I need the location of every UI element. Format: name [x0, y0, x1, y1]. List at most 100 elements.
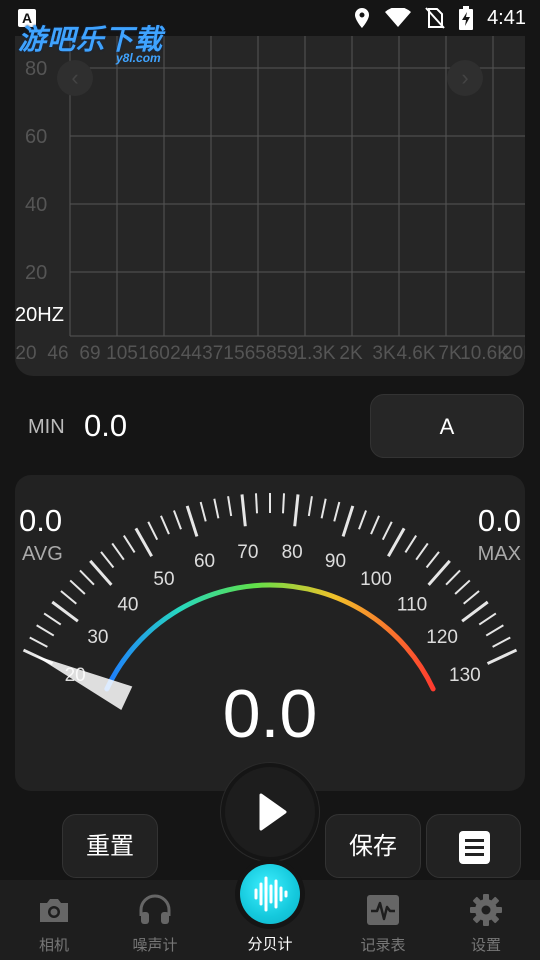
x-tick: 7K [438, 343, 462, 364]
active-tab-indicator [240, 864, 300, 924]
watermark-logo: 游吧乐下载 y8l.com [18, 18, 188, 68]
minor-tick [173, 510, 182, 530]
y-axis-label-20: 20 [25, 262, 48, 284]
records-list-button[interactable] [426, 814, 521, 878]
major-tick [387, 527, 406, 557]
minor-tick [36, 624, 55, 637]
minor-tick [123, 535, 136, 554]
minor-tick [492, 636, 511, 648]
scale-label: 120 [426, 627, 458, 648]
scale-label: 130 [449, 665, 481, 686]
nav-item-records[interactable]: 记录表 [329, 880, 437, 960]
scale-label: 70 [237, 542, 258, 563]
major-tick [486, 648, 518, 665]
nav-item-settings[interactable]: 设置 [432, 880, 540, 960]
x-tick: 20 [15, 343, 37, 364]
nav-label: 设置 [470, 937, 501, 954]
status-icons: 4:41 [353, 6, 526, 30]
max-label: MAX [477, 543, 521, 565]
minor-tick [485, 624, 504, 637]
minor-tick [415, 542, 429, 561]
major-tick [240, 494, 247, 527]
minor-tick [111, 542, 125, 561]
x-tick: 4.6K [396, 343, 436, 364]
major-tick [293, 494, 300, 527]
location-icon [355, 8, 370, 28]
minor-tick [281, 493, 286, 514]
frequency-spectrum-panel: 80 60 40 20 20HZ ‹ › 20 46 69 105 160 24… [15, 36, 525, 376]
x-tick: 46 [47, 343, 69, 364]
nav-item-noise-meter[interactable]: 噪声计 [101, 880, 209, 960]
reset-button[interactable]: 重置 [62, 814, 158, 878]
major-tick [89, 559, 113, 586]
save-button[interactable]: 保存 [325, 814, 421, 878]
avg-value: 0.0 [19, 503, 63, 538]
gear-icon [470, 894, 502, 926]
avg-label: AVG [22, 543, 63, 565]
minor-tick [307, 496, 313, 517]
minor-tick [199, 501, 207, 522]
scale-label: 110 [397, 595, 427, 616]
current-decibel-value: 0.0 [222, 676, 318, 752]
minor-tick [445, 569, 461, 586]
x-tick: 69 [79, 343, 101, 364]
wifi-icon [385, 8, 412, 27]
scale-label: 100 [360, 569, 392, 590]
minor-tick [425, 551, 440, 569]
x-tick: 244 [170, 343, 202, 364]
x-tick: 859 [266, 343, 298, 364]
minor-tick [69, 579, 86, 595]
x-tick: 160 [138, 343, 170, 364]
scale-label: 50 [153, 569, 174, 590]
nav-label: 相机 [38, 937, 69, 954]
scale-label: 90 [325, 551, 346, 572]
minor-tick [147, 521, 159, 541]
min-label: MIN [28, 416, 65, 438]
y-axis-label-60: 60 [25, 126, 48, 148]
x-tick: 105 [106, 343, 138, 364]
minor-tick [29, 636, 48, 648]
clock: 4:41 [487, 6, 526, 29]
waveform-chart-icon [367, 895, 399, 925]
major-tick [461, 600, 489, 623]
nav-label: 分贝计 [247, 936, 293, 953]
no-sim-icon [425, 7, 445, 29]
gauge-needle [34, 655, 133, 711]
min-value: 0.0 [84, 408, 128, 443]
minor-tick [227, 496, 233, 517]
x-tick: 3K [372, 343, 396, 364]
watermark-title: 游吧乐下载 [18, 23, 164, 56]
minor-tick [381, 521, 393, 541]
x-tick: 371 [202, 343, 234, 364]
minor-tick [463, 590, 480, 605]
nav-item-camera[interactable]: 相机 [0, 880, 108, 960]
minor-tick [358, 510, 367, 530]
play-icon [259, 793, 287, 831]
scale-label: 80 [282, 542, 303, 563]
minor-tick [370, 515, 380, 535]
minor-tick [404, 535, 417, 554]
chevron-right-icon[interactable]: › [447, 60, 483, 96]
play-button[interactable] [221, 763, 319, 861]
major-tick [134, 527, 153, 557]
minor-tick [79, 569, 95, 586]
major-tick [341, 505, 355, 537]
scale-label: 30 [87, 627, 108, 648]
frequency-weighting-button[interactable]: A [370, 394, 524, 458]
camera-icon [40, 899, 68, 922]
x-tick: 2K [339, 343, 363, 364]
gauge-color-arc [104, 582, 436, 692]
battery-charging-icon [459, 6, 474, 30]
minor-tick [100, 551, 115, 569]
minor-tick [333, 501, 341, 522]
minor-tick [160, 515, 170, 535]
max-value: 0.0 [477, 503, 521, 538]
minor-tick [320, 498, 327, 519]
scale-label: 40 [117, 595, 138, 616]
y-axis-label-40: 40 [25, 194, 48, 216]
selected-frequency-label: 20HZ [15, 304, 64, 326]
minor-tick [213, 498, 220, 519]
decibel-gauge-panel: 2030405060708090100110120130 0.0 AVG 0.0… [15, 475, 525, 791]
minor-tick [60, 590, 77, 605]
nav-label: 噪声计 [132, 937, 178, 954]
